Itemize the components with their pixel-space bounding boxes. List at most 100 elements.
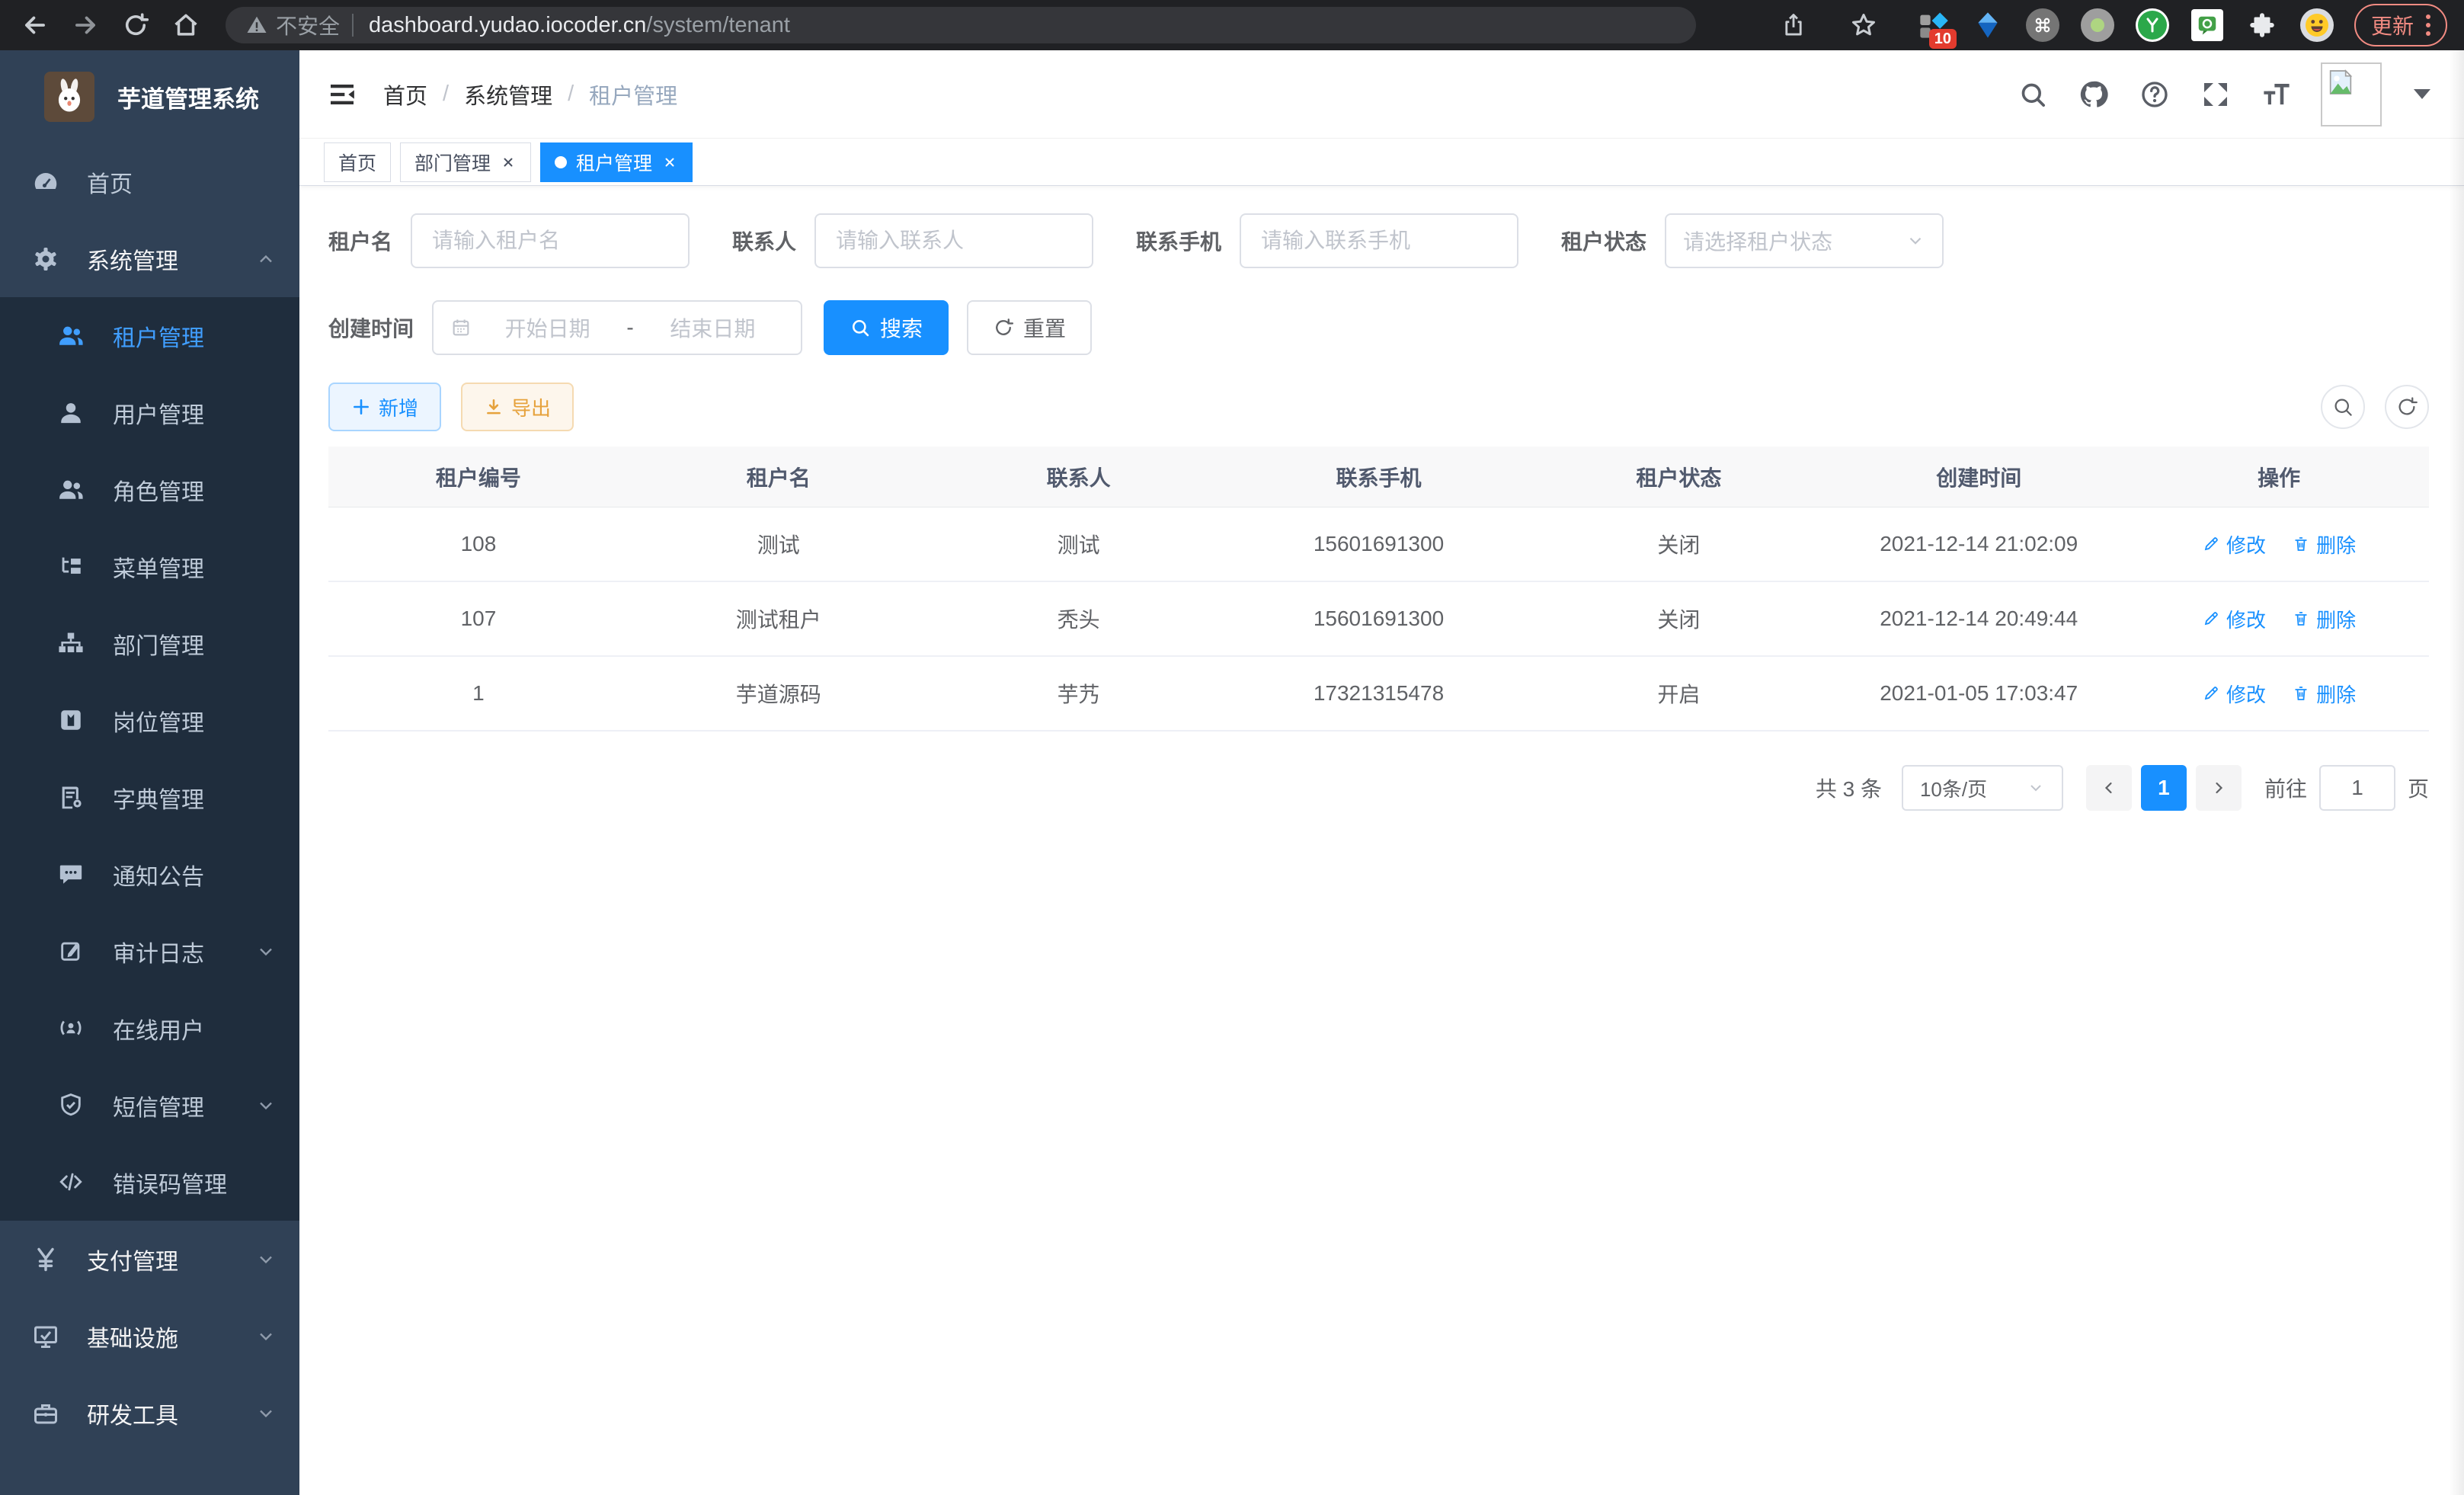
tab-dept[interactable]: 部门管理 [400, 142, 531, 182]
font-size-icon[interactable] [2260, 78, 2293, 111]
browser-forward-icon[interactable] [67, 7, 104, 43]
add-button[interactable]: 新增 [328, 383, 441, 431]
security-label[interactable]: 不安全 [276, 10, 340, 40]
fullscreen-icon[interactable] [2199, 78, 2232, 111]
delete-link[interactable]: 删除 [2292, 530, 2356, 559]
refresh-icon [993, 317, 1014, 338]
cell-created: 2021-12-14 20:49:44 [1829, 607, 2129, 631]
browser-toolbar: 不安全 dashboard.yudao.iocoder.cn/system/te… [0, 0, 2464, 50]
extension-command-icon[interactable] [2025, 8, 2060, 43]
cell-mobile: 15601691300 [1229, 532, 1529, 556]
help-icon[interactable] [2138, 78, 2171, 111]
status-select[interactable]: 请选择租户状态 [1665, 213, 1944, 268]
user-avatar[interactable] [2321, 62, 2382, 126]
toolbox-icon [32, 1400, 59, 1427]
delete-link[interactable]: 删除 [2292, 680, 2356, 708]
sidebar-item-dict[interactable]: 字典管理 [0, 759, 299, 836]
sidebar-item-dev-tools[interactable]: 研发工具 [0, 1375, 299, 1452]
sidebar-item-audit-log[interactable]: 审计日志 [0, 913, 299, 990]
next-page-button[interactable] [2196, 765, 2242, 811]
sidebar-item-notice[interactable]: 通知公告 [0, 836, 299, 913]
tab-close-icon[interactable] [661, 154, 678, 171]
browser-menu-icon[interactable] [2426, 14, 2430, 36]
browser-home-icon[interactable] [168, 7, 204, 43]
contact-input[interactable] [814, 213, 1093, 268]
breadcrumb-system[interactable]: 系统管理 [464, 78, 552, 110]
edit-link[interactable]: 修改 [2202, 605, 2266, 633]
sidebar-item-online-users[interactable]: 在线用户 [0, 990, 299, 1067]
goto-label: 前往 [2264, 773, 2307, 803]
github-icon[interactable] [2077, 78, 2110, 111]
extension-kite-icon[interactable] [1970, 8, 2005, 43]
breadcrumb-separator: / [443, 82, 449, 107]
tab-close-icon[interactable] [500, 154, 517, 171]
sidebar-item-label: 角色管理 [113, 473, 204, 507]
page-size-select[interactable]: 10条/页 [1902, 765, 2063, 811]
export-button[interactable]: 导出 [461, 383, 574, 431]
sidebar-item-post[interactable]: 岗位管理 [0, 682, 299, 759]
cell-created: 2021-12-14 21:02:09 [1829, 532, 2129, 556]
avatar-dropdown-caret-icon[interactable] [2414, 89, 2430, 99]
cell-mobile: 15601691300 [1229, 607, 1529, 631]
online-user-icon [58, 1015, 85, 1042]
sidebar-item-system[interactable]: 系统管理 [0, 220, 299, 297]
refresh-table-button[interactable] [2385, 385, 2429, 429]
share-icon[interactable] [1775, 7, 1812, 43]
tab-home[interactable]: 首页 [324, 142, 391, 182]
search-button[interactable]: 搜索 [824, 300, 949, 355]
page-content: 租户名 联系人 联系手机 租户状态 请选择租户状态 [299, 186, 2464, 1495]
extension-green-dot-icon[interactable] [2080, 8, 2115, 43]
breadcrumb-home[interactable]: 首页 [383, 78, 427, 110]
delete-link[interactable]: 删除 [2292, 605, 2356, 633]
bookmark-star-icon[interactable] [1845, 7, 1882, 43]
edit-pencil-icon [2202, 684, 2220, 703]
update-label: 更新 [2371, 10, 2414, 40]
edit-link[interactable]: 修改 [2202, 530, 2266, 559]
create-time-range-picker[interactable]: 开始日期 - 结束日期 [432, 300, 802, 355]
sidebar-item-user[interactable]: 用户管理 [0, 374, 299, 451]
prev-page-button[interactable] [2086, 765, 2132, 811]
sidebar-item-role[interactable]: 角色管理 [0, 451, 299, 528]
sidebar-toggle-icon[interactable] [322, 75, 362, 114]
profile-avatar-icon[interactable] [2299, 8, 2334, 43]
header-search-icon[interactable] [2016, 78, 2050, 111]
toggle-search-button[interactable] [2321, 385, 2365, 429]
sidebar-item-error-code[interactable]: 错误码管理 [0, 1144, 299, 1221]
browser-update-button[interactable]: 更新 [2354, 4, 2447, 46]
sidebar-item-infrastructure[interactable]: 基础设施 [0, 1298, 299, 1375]
cell-contact: 测试 [929, 529, 1229, 559]
sidebar-item-dept[interactable]: 部门管理 [0, 605, 299, 682]
tenant-name-input[interactable] [411, 213, 690, 268]
roles-icon [58, 476, 85, 504]
browser-back-icon[interactable] [17, 7, 53, 43]
tab-label: 部门管理 [414, 149, 491, 176]
active-tab-dot [555, 156, 567, 168]
mobile-input[interactable] [1240, 213, 1518, 268]
cell-created: 2021-01-05 17:03:47 [1829, 681, 2129, 706]
address-bar[interactable]: 不安全 dashboard.yudao.iocoder.cn/system/te… [226, 7, 1696, 43]
extension-tasks-icon[interactable]: 10 [1915, 8, 1950, 43]
sidebar-item-home[interactable]: 首页 [0, 143, 299, 220]
cell-tenant-id: 1 [328, 681, 629, 706]
sidebar-logo[interactable]: 芋道管理系统 [0, 50, 299, 143]
shield-check-icon [58, 1092, 85, 1119]
browser-reload-icon[interactable] [117, 7, 154, 43]
extension-y-icon[interactable] [2135, 8, 2170, 43]
sidebar-item-tenant[interactable]: 租户管理 [0, 297, 299, 374]
page-number-1[interactable]: 1 [2141, 765, 2187, 811]
url-host[interactable]: dashboard.yudao.iocoder.cn [369, 13, 646, 38]
extensions-puzzle-icon[interactable] [2245, 8, 2280, 43]
cell-tenant-name: 芋道源码 [629, 678, 929, 709]
sidebar-item-sms[interactable]: 短信管理 [0, 1067, 299, 1144]
sidebar-item-payment[interactable]: 支付管理 [0, 1221, 299, 1298]
reset-button[interactable]: 重置 [967, 300, 1092, 355]
chevron-down-icon [255, 1403, 277, 1424]
sidebar-item-menu[interactable]: 菜单管理 [0, 528, 299, 605]
tab-tenant[interactable]: 租户管理 [540, 142, 693, 182]
page-size-value: 10条/页 [1920, 774, 1987, 802]
url-path: /system/tenant [646, 13, 790, 38]
edit-link[interactable]: 修改 [2202, 680, 2266, 708]
extension-chat-icon[interactable] [2190, 8, 2225, 43]
post-badge-icon [58, 707, 85, 735]
goto-page-input[interactable] [2319, 765, 2395, 811]
